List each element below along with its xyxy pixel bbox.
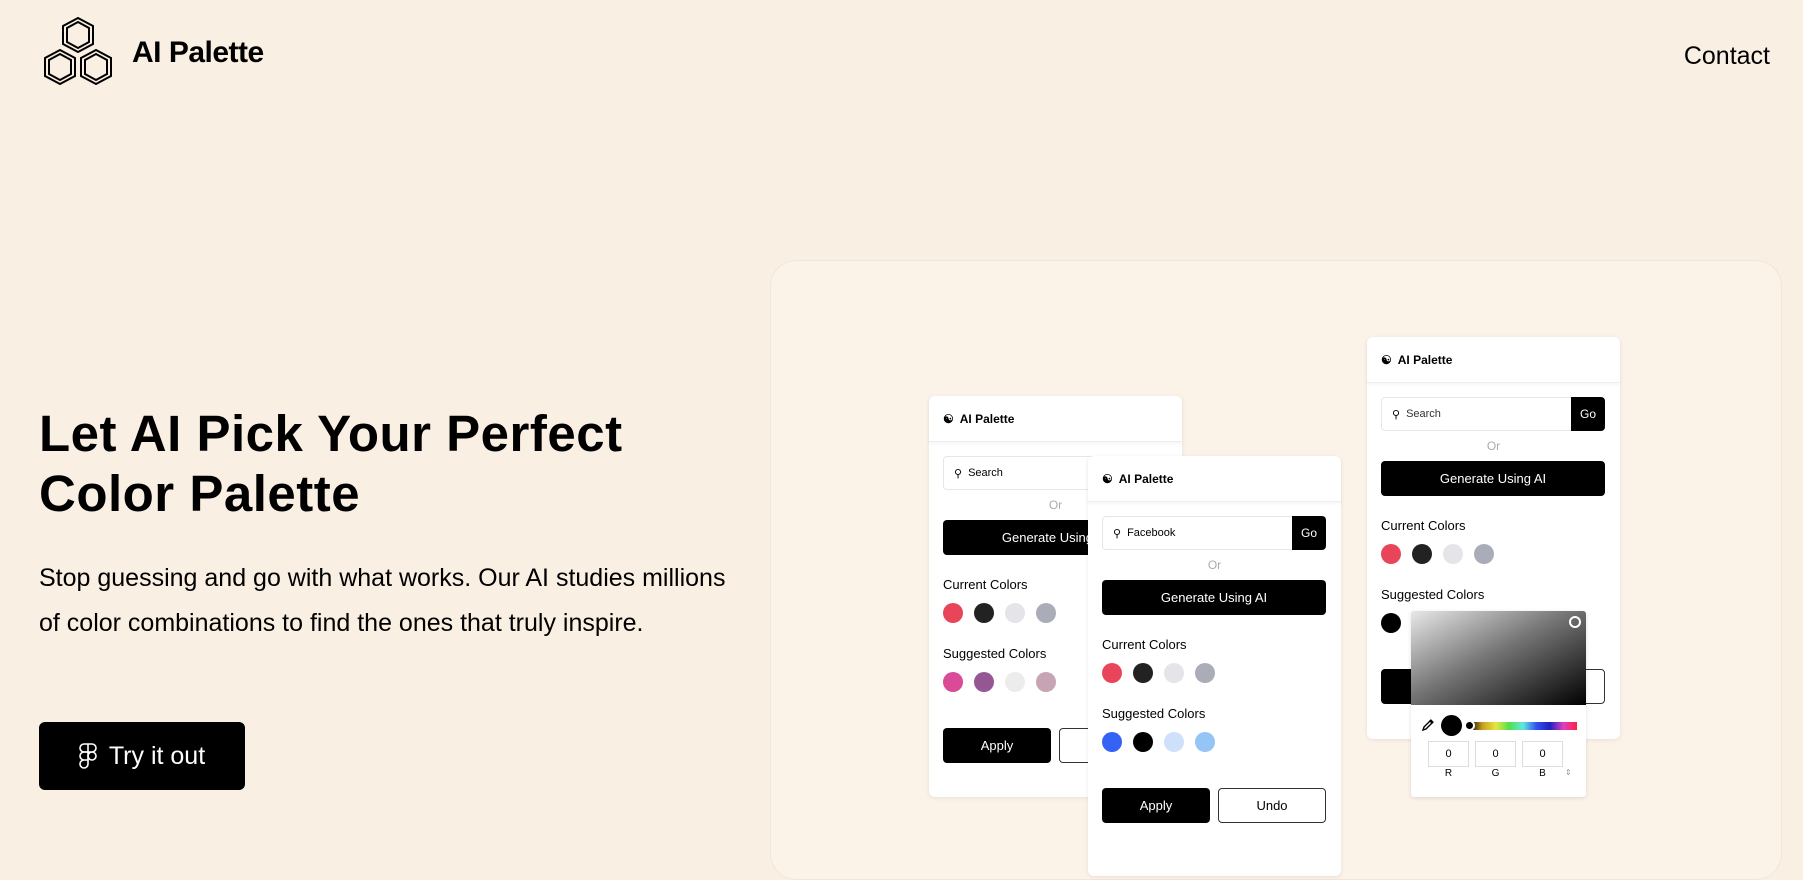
color-swatch[interactable] (1412, 544, 1432, 564)
apply-button[interactable]: Apply (943, 728, 1051, 763)
current-colors-label: Current Colors (1381, 518, 1466, 533)
green-input[interactable]: 0 (1475, 741, 1516, 767)
undo-button[interactable]: Undo (1218, 788, 1326, 823)
color-swatch[interactable] (943, 603, 963, 623)
hero-headline: Let AI Pick Your Perfect Color Palette (39, 404, 623, 524)
color-swatch[interactable] (1381, 544, 1401, 564)
color-swatch[interactable] (1195, 663, 1215, 683)
selected-color-preview (1441, 715, 1462, 736)
color-swatch[interactable] (1474, 544, 1494, 564)
search-icon: ⚲ (954, 467, 963, 480)
card-header: ☯ AI Palette (1088, 456, 1341, 502)
plugin-card-2: ☯ AI Palette ⚲ Facebook Go Or Generate Usin… (1088, 456, 1341, 876)
red-input[interactable]: 0 (1428, 741, 1469, 767)
logo-icon: ☯ (1381, 352, 1392, 367)
eyedropper-icon[interactable] (1421, 718, 1435, 732)
color-swatch[interactable] (1036, 603, 1056, 623)
or-divider: Or (1207, 558, 1222, 572)
color-picker: 0 0 0 R G B ⇕ (1411, 611, 1586, 797)
green-label: G (1491, 768, 1500, 779)
color-swatch[interactable] (1133, 732, 1153, 752)
card-header: ☯ AI Palette (929, 396, 1182, 442)
color-swatch[interactable] (1102, 732, 1122, 752)
suggested-colors-label: Suggested Colors (1102, 706, 1206, 721)
color-swatch[interactable] (1381, 613, 1401, 633)
suggested-colors-label: Suggested Colors (943, 646, 1047, 661)
suggested-colors-label: Suggested Colors (1381, 587, 1485, 602)
try-it-out-button[interactable]: Try it out (39, 722, 245, 790)
figma-icon (79, 743, 97, 769)
headline-line: Color Palette (39, 465, 361, 522)
search-text: Search (968, 467, 1003, 479)
search-input[interactable]: ⚲ Search Go (1381, 397, 1605, 431)
color-swatch[interactable] (1164, 732, 1184, 752)
logo-icon: ☯ (943, 411, 954, 426)
color-swatch[interactable] (1195, 732, 1215, 752)
search-icon: ⚲ (1113, 527, 1122, 540)
color-swatch[interactable] (1133, 663, 1153, 683)
color-swatch[interactable] (974, 672, 994, 692)
color-swatch[interactable] (1036, 672, 1056, 692)
go-button[interactable]: Go (1571, 397, 1605, 431)
saturation-area[interactable] (1411, 611, 1586, 705)
card-title: AI Palette (1397, 352, 1453, 367)
format-toggle-icon[interactable]: ⇕ (1565, 768, 1572, 777)
logo-hexagons-icon (44, 16, 112, 86)
contact-link[interactable]: Contact (1684, 42, 1770, 71)
try-it-out-label: Try it out (108, 741, 206, 770)
color-swatch[interactable] (1005, 603, 1025, 623)
generate-button[interactable]: Generate Using AI (1102, 580, 1326, 615)
current-colors-label: Current Colors (1102, 637, 1187, 652)
color-swatch[interactable] (1164, 663, 1184, 683)
current-colors-label: Current Colors (943, 577, 1028, 592)
search-text: Search (1406, 408, 1441, 420)
blue-label: B (1539, 768, 1546, 779)
hue-handle[interactable] (1464, 720, 1475, 731)
search-input[interactable]: ⚲ Facebook Go (1102, 516, 1326, 550)
color-swatch[interactable] (1102, 663, 1122, 683)
hue-slider[interactable] (1469, 722, 1577, 730)
search-text: Facebook (1127, 527, 1176, 539)
red-label: R (1444, 768, 1453, 779)
card-title: AI Palette (959, 411, 1015, 426)
color-swatch[interactable] (974, 603, 994, 623)
generate-button[interactable]: Generate Using AI (1381, 461, 1605, 496)
logo-icon: ☯ (1102, 471, 1113, 486)
apply-button[interactable]: Apply (1102, 788, 1210, 823)
color-swatch[interactable] (1005, 672, 1025, 692)
saturation-handle[interactable] (1569, 616, 1581, 628)
headline-line: Let AI Pick Your Perfect (39, 405, 623, 462)
or-divider: Or (1486, 439, 1501, 453)
card-title: AI Palette (1118, 471, 1174, 486)
hero-description: Stop guessing and go with what works. Ou… (39, 564, 726, 637)
go-button[interactable]: Go (1292, 516, 1326, 550)
color-swatch[interactable] (943, 672, 963, 692)
card-header: ☯ AI Palette (1367, 337, 1620, 383)
blue-input[interactable]: 0 (1522, 741, 1563, 767)
search-icon: ⚲ (1392, 408, 1401, 421)
color-swatch[interactable] (1443, 544, 1463, 564)
brand-name[interactable]: AI Palette (132, 36, 264, 70)
